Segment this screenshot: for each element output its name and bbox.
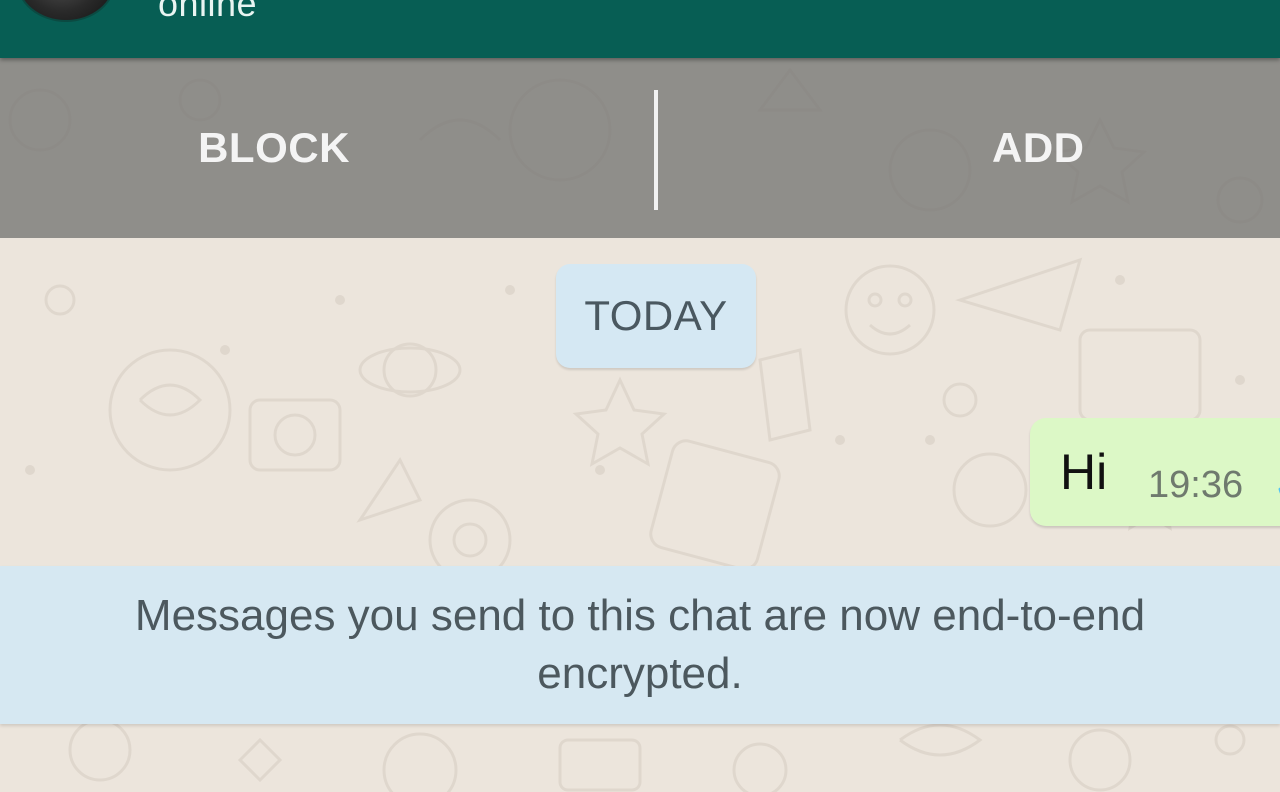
contact-avatar[interactable] <box>16 0 116 22</box>
unknown-contact-action-bar: BLOCK ADD <box>0 58 1280 238</box>
date-separator: TODAY <box>556 264 756 368</box>
add-contact-button[interactable]: ADD <box>658 58 1280 238</box>
chat-screen: online BLOCK ADD TODAY Hi 19:36 ✓ Messag… <box>0 0 1280 792</box>
outgoing-message[interactable]: Hi 19:36 ✓ <box>1030 418 1280 526</box>
contact-status: online <box>158 0 258 24</box>
message-time: 19:36 <box>1148 464 1244 506</box>
encryption-notice[interactable]: Messages you send to this chat are now e… <box>0 566 1280 724</box>
message-text: Hi <box>1060 444 1108 500</box>
encryption-notice-text: Messages you send to this chat are now e… <box>134 591 1146 698</box>
chat-app-bar: online <box>0 0 1280 58</box>
check-icon: ✓ <box>1274 470 1280 505</box>
block-button[interactable]: BLOCK <box>0 58 548 238</box>
